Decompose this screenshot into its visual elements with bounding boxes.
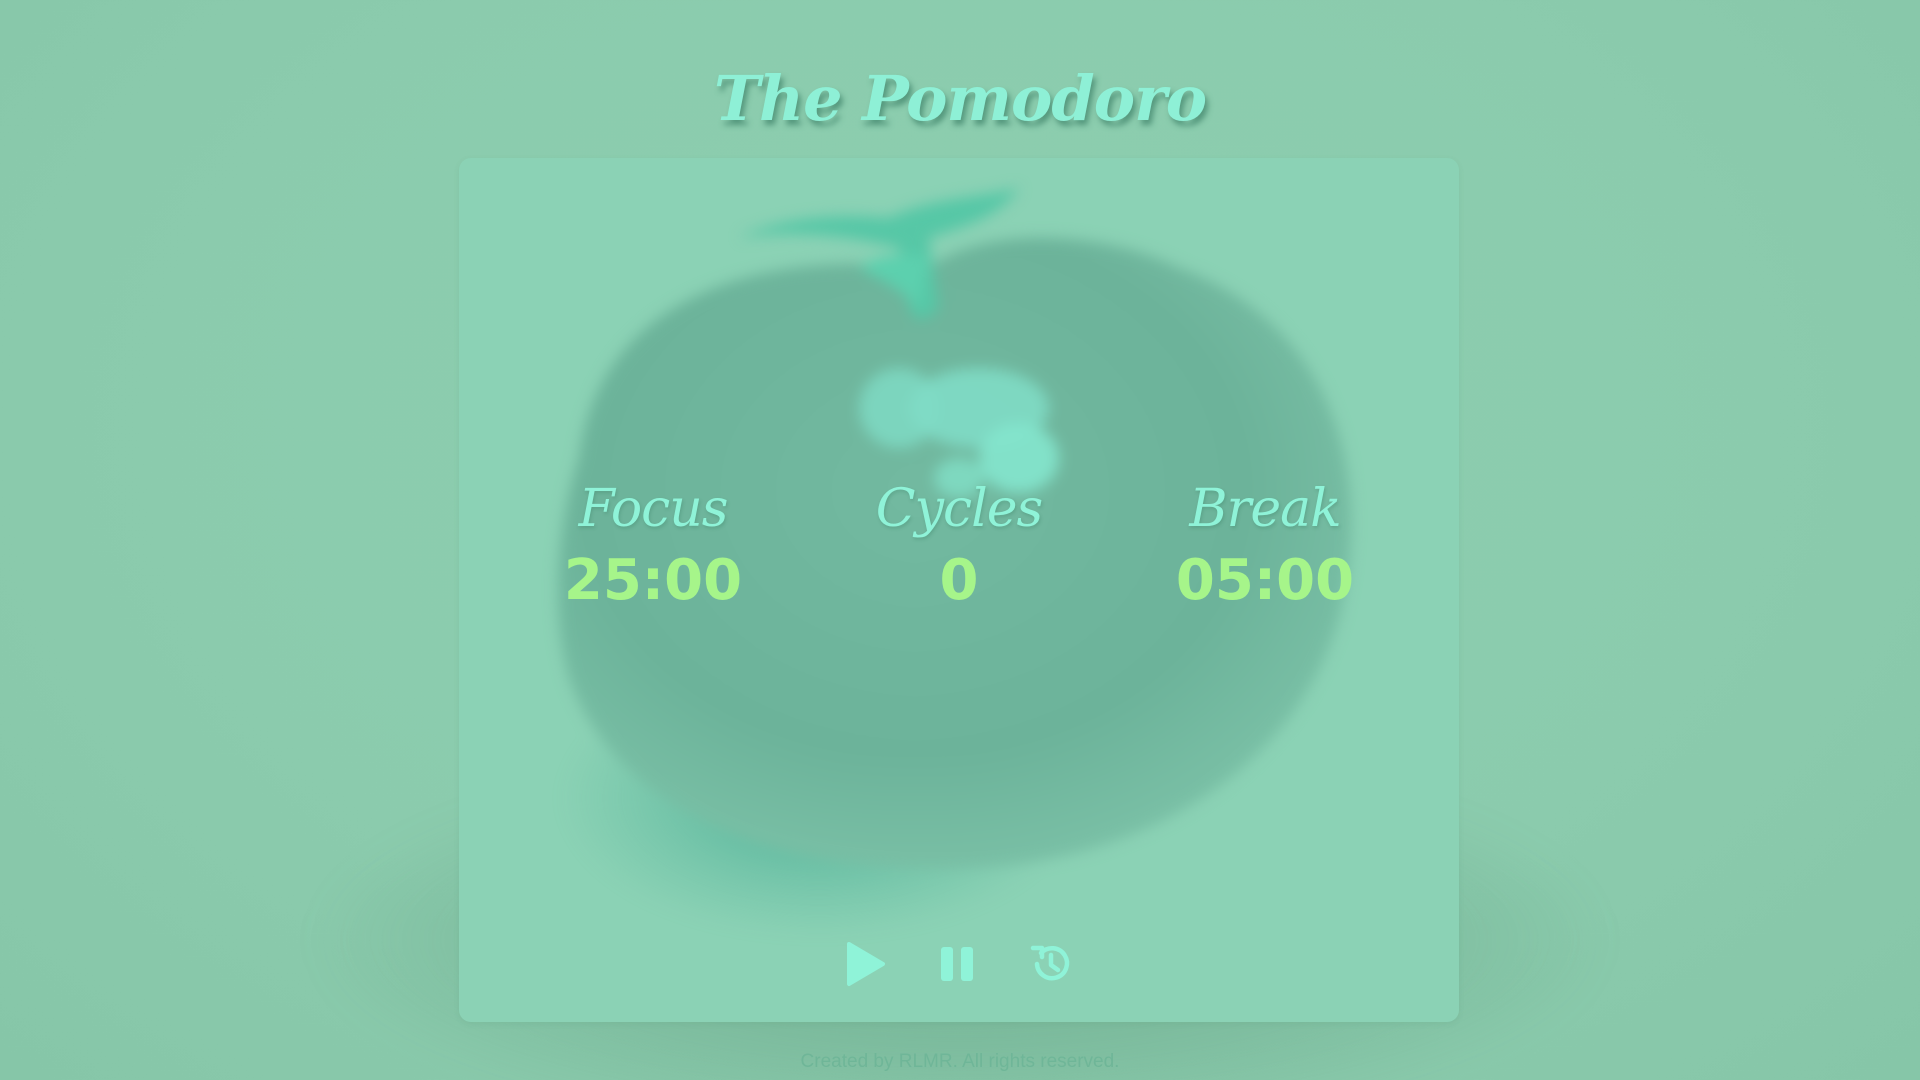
break-time: 05:00 bbox=[1175, 548, 1355, 613]
history-reset-icon bbox=[1030, 945, 1070, 981]
timer-card: Focus 25:00 Cycles 0 Break 05:00 bbox=[459, 158, 1459, 1022]
focus-stat: Focus 25:00 bbox=[523, 478, 783, 616]
page-title: The Pomodoro bbox=[713, 62, 1207, 135]
focus-time: 25:00 bbox=[563, 548, 743, 613]
focus-label: Focus bbox=[578, 479, 729, 539]
play-icon bbox=[847, 942, 885, 986]
cycles-label: Cycles bbox=[875, 479, 1043, 539]
pause-icon bbox=[941, 947, 973, 981]
play-button[interactable] bbox=[837, 936, 893, 992]
break-label: Break bbox=[1189, 479, 1341, 539]
timer-controls bbox=[459, 936, 1459, 996]
break-stat: Break 05:00 bbox=[1135, 478, 1395, 616]
cycles-stat: Cycles 0 bbox=[829, 478, 1089, 616]
footer-copyright: Created by RLMR. All rights reserved. bbox=[800, 1051, 1120, 1072]
pause-button[interactable] bbox=[929, 936, 985, 992]
reset-button[interactable] bbox=[1023, 936, 1079, 992]
cycles-count: 0 bbox=[939, 548, 979, 613]
